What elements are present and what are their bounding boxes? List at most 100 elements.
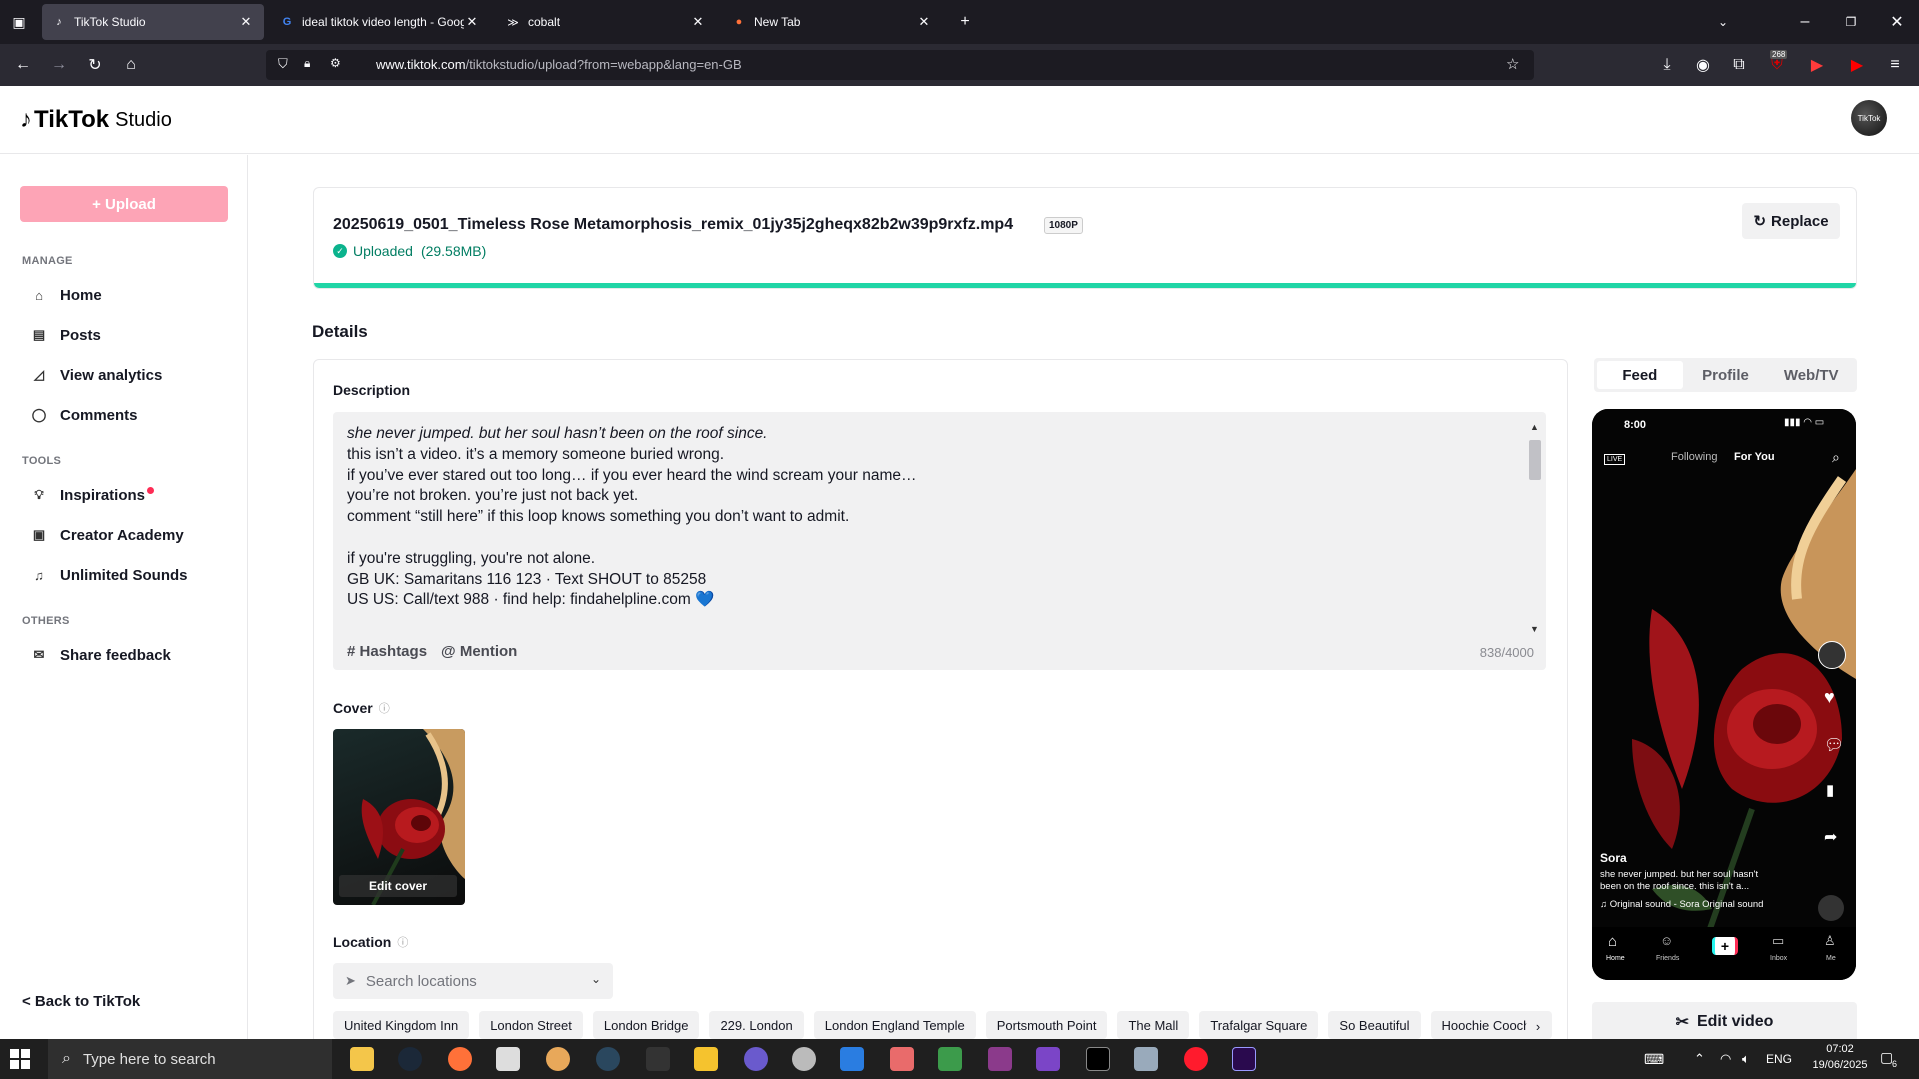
sidebar-item-unlimited-sounds[interactable]: ♫ Unlimited Sounds (30, 563, 187, 587)
app-icon[interactable] (938, 1047, 962, 1071)
new-tab-icon[interactable]: + (954, 11, 976, 33)
app-icon[interactable] (840, 1047, 864, 1071)
app-icon[interactable] (546, 1047, 570, 1071)
bookmark-star-icon[interactable]: ☆ (1506, 55, 1519, 73)
tiktok-studio-logo[interactable]: ♪ TikTok Studio (20, 106, 172, 134)
avatar[interactable]: TikTok (1851, 100, 1887, 136)
description-text[interactable]: she never jumped. but her soul hasn’t be… (347, 424, 1497, 611)
url-text[interactable]: www.tiktok.com/tiktokstudio/upload?from=… (376, 57, 742, 72)
close-tab-icon[interactable]: ✕ (464, 14, 480, 30)
tab-profile[interactable]: Profile (1683, 361, 1769, 389)
location-chip[interactable]: 229. London (709, 1011, 804, 1039)
tray-expand-icon[interactable]: ⌃ (1694, 1051, 1705, 1067)
scroll-down-icon[interactable]: ▼ (1530, 624, 1539, 634)
tab-overflow-icon[interactable]: ⌄ (1712, 11, 1734, 33)
location-search-input[interactable]: ➤ Search locations ⌄ (333, 963, 613, 999)
app-icon[interactable] (744, 1047, 768, 1071)
cover-thumbnail[interactable]: Edit cover (333, 729, 465, 905)
tab-list-icon[interactable]: ▣ (8, 11, 30, 33)
app-icon[interactable] (890, 1047, 914, 1071)
menu-icon[interactable]: ≡ (1884, 54, 1906, 76)
volume-icon[interactable]: 🔈︎ (1742, 1051, 1750, 1067)
close-window-icon[interactable]: ✕ (1886, 11, 1908, 33)
winrar-icon[interactable] (988, 1047, 1012, 1071)
language-indicator[interactable]: ENG (1766, 1052, 1792, 1066)
steam-icon[interactable] (596, 1047, 620, 1071)
hashtags-button[interactable]: # Hashtags (347, 643, 427, 660)
upload-button[interactable]: + Upload (20, 186, 228, 222)
close-tab-icon[interactable]: ✕ (916, 14, 932, 30)
sidebar-item-creator-academy[interactable]: ▣ Creator Academy (30, 523, 184, 547)
youtube-ext-icon[interactable]: ▶ (1806, 54, 1828, 76)
firefox-taskbar-icon[interactable] (448, 1047, 472, 1071)
info-icon[interactable]: ⓘ (379, 700, 390, 716)
tab-cobalt[interactable]: ≫ cobalt ✕ (496, 4, 716, 40)
close-tab-icon[interactable]: ✕ (238, 14, 254, 30)
youtube-ext2-icon[interactable]: ▶ (1846, 54, 1868, 76)
replace-button[interactable]: ↻ Replace (1742, 203, 1840, 239)
sidebar-item-inspirations[interactable]: 💡︎ Inspirations (30, 483, 155, 507)
opera-icon[interactable] (1184, 1047, 1208, 1071)
minimize-icon[interactable]: – (1794, 11, 1816, 33)
location-chip[interactable]: The Mall (1117, 1011, 1190, 1039)
scroll-up-icon[interactable]: ▲ (1530, 422, 1539, 432)
lock-icon[interactable]: 🔒︎ (304, 56, 310, 71)
app-icon[interactable] (1134, 1047, 1158, 1071)
url-domain: www.tiktok.com (376, 57, 466, 72)
sidebar-item-comments[interactable]: ◯ Comments (30, 403, 138, 427)
keyboard-icon[interactable]: ⌨ (1644, 1051, 1664, 1068)
tab-tiktok-studio[interactable]: ♪ TikTok Studio ✕ (42, 4, 264, 40)
forward-icon[interactable]: → (48, 54, 70, 76)
permissions-icon[interactable]: ⚙ (330, 56, 341, 70)
extensions-icon[interactable]: ⧉ (1728, 54, 1750, 76)
restore-icon[interactable]: ❐ (1840, 11, 1862, 33)
tab-google-search[interactable]: G ideal tiktok video length - Goog ✕ (270, 4, 490, 40)
taskbar-search[interactable]: ⌕ Type here to search (48, 1039, 332, 1079)
location-chip[interactable]: Portsmouth Point (985, 1011, 1108, 1039)
chevron-right-icon[interactable]: › (1526, 1014, 1550, 1038)
sidebar-item-analytics[interactable]: ◿ View analytics (30, 363, 162, 387)
shield-icon[interactable]: ⛉ (278, 56, 288, 72)
clock-time[interactable]: 07:02 (1800, 1043, 1880, 1055)
location-chip[interactable]: London England Temple (813, 1011, 976, 1039)
sidebar-item-posts[interactable]: ▤ Posts (30, 323, 101, 347)
sidebar-item-share-feedback[interactable]: ✉ Share feedback (30, 643, 171, 667)
address-bar[interactable]: ⛉ 🔒︎ ⚙ www.tiktok.com/tiktokstudio/uploa… (266, 50, 1534, 80)
back-to-tiktok-link[interactable]: < Back to TikTok (22, 993, 140, 1010)
home-icon[interactable]: ⌂ (120, 54, 142, 76)
tab-web-tv[interactable]: Web/TV (1768, 361, 1854, 389)
settings-icon[interactable] (792, 1047, 816, 1071)
location-chip[interactable]: So Beautiful (1328, 1011, 1421, 1039)
description-scrollbar[interactable]: ▲ ▼ (1528, 422, 1542, 634)
downloads-icon[interactable]: ⤓ (1656, 54, 1678, 76)
steam-icon[interactable] (398, 1047, 422, 1071)
network-icon[interactable]: ◠ (1720, 1051, 1731, 1067)
location-chip[interactable]: United Kingdom Inn (333, 1011, 470, 1039)
account-icon[interactable]: ◉ (1692, 54, 1714, 76)
windows-start-icon[interactable] (10, 1049, 30, 1069)
location-chip[interactable]: London Street (479, 1011, 583, 1039)
tab-new-tab[interactable]: ● New Tab ✕ (722, 4, 942, 40)
edit-cover-button[interactable]: Edit cover (339, 875, 457, 897)
app-icon[interactable] (646, 1047, 670, 1071)
scroll-thumb[interactable] (1529, 440, 1541, 480)
reload-icon[interactable]: ↻ (84, 54, 106, 76)
chevron-down-icon[interactable]: ⌄ (591, 972, 601, 986)
clock-date[interactable]: 19/06/2025 (1800, 1059, 1880, 1071)
visual-studio-icon[interactable] (1036, 1047, 1060, 1071)
location-chip[interactable]: London Bridge (592, 1011, 700, 1039)
info-icon[interactable]: ⓘ (397, 934, 408, 950)
close-tab-icon[interactable]: ✕ (690, 14, 706, 30)
back-icon[interactable]: ← (12, 54, 34, 76)
tab-feed[interactable]: Feed (1597, 361, 1683, 389)
terminal-icon[interactable] (1086, 1047, 1110, 1071)
premiere-icon[interactable] (1232, 1047, 1256, 1071)
description-editor[interactable]: she never jumped. but her soul hasn’t be… (333, 412, 1546, 670)
edit-video-button[interactable]: ✂ Edit video (1592, 1002, 1857, 1042)
file-explorer-icon[interactable] (350, 1047, 374, 1071)
app-icon[interactable] (694, 1047, 718, 1071)
app-icon[interactable] (496, 1047, 520, 1071)
location-chip[interactable]: Trafalgar Square (1199, 1011, 1319, 1039)
sidebar-item-home[interactable]: ⌂ Home (30, 283, 102, 307)
mention-button[interactable]: @ Mention (441, 643, 517, 660)
